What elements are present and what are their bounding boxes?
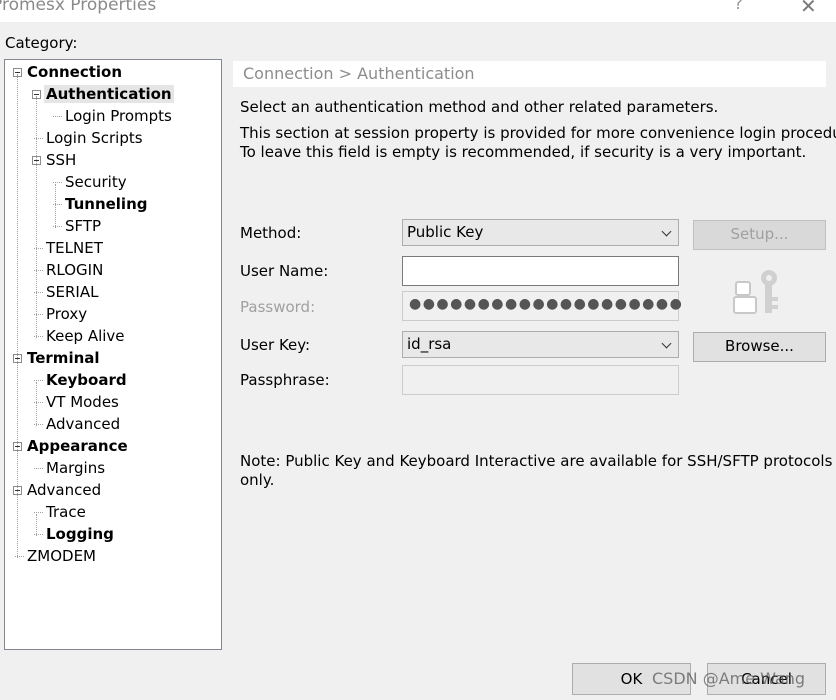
help-button[interactable]: ? xyxy=(734,0,743,14)
browse-button[interactable]: Browse... xyxy=(693,332,826,362)
description-line-2: To leave this field is empty is recommen… xyxy=(240,143,807,161)
tree-item-logging[interactable]: Logging xyxy=(46,524,114,544)
user-key-icon xyxy=(733,270,778,314)
tree-connector xyxy=(34,380,43,381)
username-input[interactable] xyxy=(402,256,679,286)
chevron-down-icon xyxy=(661,226,672,237)
tree-item-label: Connection xyxy=(27,63,123,81)
tree-item-ssh[interactable]: SSH xyxy=(46,150,76,170)
userkey-label: User Key: xyxy=(240,336,311,354)
panel-header: Connection > Authentication xyxy=(233,61,826,87)
watermark: CSDN @Ame Wang xyxy=(652,669,806,688)
breadcrumb: Connection > Authentication xyxy=(243,64,475,83)
tree-item-label: Security xyxy=(65,173,127,191)
tree-item-label: Proxy xyxy=(46,305,88,323)
tree-item-login-scripts[interactable]: Login Scripts xyxy=(46,128,143,148)
tree-item-label: Login Scripts xyxy=(46,129,143,147)
tree-connector xyxy=(34,512,43,513)
close-button[interactable]: ✕ xyxy=(800,0,817,18)
tree-item-zmodem[interactable]: ZMODEM xyxy=(27,546,96,566)
password-label: Password: xyxy=(240,298,316,316)
tree-item-vt-modes[interactable]: VT Modes xyxy=(46,392,119,412)
tree-connector xyxy=(53,182,62,183)
passphrase-input[interactable] xyxy=(402,365,679,395)
tree-item-authentication[interactable]: Authentication xyxy=(44,84,174,104)
tree-item-label: SFTP xyxy=(65,217,102,235)
tree-item-label: Trace xyxy=(46,503,86,521)
tree-item-security[interactable]: Security xyxy=(65,172,127,192)
tree-item-label: ZMODEM xyxy=(27,547,96,565)
category-tree[interactable]: Connection Authentication Login Prompts Log… xyxy=(4,59,222,650)
passphrase-label: Passphrase: xyxy=(240,371,330,389)
tree-item-label: SSH xyxy=(46,151,77,169)
tree-item-tunneling[interactable]: Tunneling xyxy=(65,194,148,214)
tree-item-trace[interactable]: Trace xyxy=(46,502,86,522)
tree-item-keep-alive[interactable]: Keep Alive xyxy=(46,326,125,346)
category-label: Category: xyxy=(5,34,78,52)
tree-item-rlogin[interactable]: RLOGIN xyxy=(46,260,103,280)
tree-guide-line xyxy=(36,382,37,426)
userkey-value: id_rsa xyxy=(407,335,452,353)
tree-item-telnet[interactable]: TELNET xyxy=(46,238,103,258)
tree-item-label: Terminal xyxy=(27,349,100,367)
tree-connector xyxy=(34,468,43,469)
username-label: User Name: xyxy=(240,262,329,280)
tree-item-serial[interactable]: SERIAL xyxy=(46,282,98,302)
tree-item-label: Keyboard xyxy=(46,371,127,389)
tree-item-label: Margins xyxy=(46,459,106,477)
tree-item-proxy[interactable]: Proxy xyxy=(46,304,87,324)
tree-item-advanced[interactable]: Advanced xyxy=(27,480,101,500)
tree-connector xyxy=(53,116,62,117)
tree-item-label: Logging xyxy=(46,525,114,543)
tree-item-label: Login Prompts xyxy=(65,107,172,125)
tree-guide-line xyxy=(36,514,37,536)
tree-item-connection[interactable]: Connection xyxy=(27,62,122,82)
tree-item-appearance[interactable]: Appearance xyxy=(27,436,128,456)
tree-item-terminal[interactable]: Terminal xyxy=(27,348,100,368)
note-line-2: only. xyxy=(240,471,275,489)
note-line-1: Note: Public Key and Keyboard Interactiv… xyxy=(240,452,833,470)
tree-guide-line xyxy=(55,184,56,228)
method-value: Public Key xyxy=(407,223,484,241)
tree-item-label: VT Modes xyxy=(46,393,119,411)
tree-item-label: TELNET xyxy=(46,239,103,257)
tree-guide-line xyxy=(36,96,37,338)
tree-item-label: RLOGIN xyxy=(46,261,104,279)
tree-item-label: SERIAL xyxy=(46,283,99,301)
tree-guide-line xyxy=(17,74,18,558)
tree-item-label: Authentication xyxy=(44,85,174,103)
intro-text: Select an authentication method and othe… xyxy=(240,98,719,116)
tree-item-label: Advanced xyxy=(46,415,121,433)
description-line-1: This section at session property is prov… xyxy=(240,124,836,142)
tree-item-label: Keep Alive xyxy=(46,327,125,345)
password-mask: ●●●●●●●●●●●●●●●●●●●● xyxy=(409,296,684,312)
tree-item-keyboard[interactable]: Keyboard xyxy=(46,370,127,390)
tree-item-margins[interactable]: Margins xyxy=(46,458,105,478)
tree-item-login-prompts[interactable]: Login Prompts xyxy=(65,106,172,126)
password-input[interactable]: ●●●●●●●●●●●●●●●●●●●● xyxy=(402,291,682,321)
title-bar: Promesx Properties ? ✕ xyxy=(0,0,836,22)
method-label: Method: xyxy=(240,224,302,242)
chevron-down-icon xyxy=(661,338,672,349)
userkey-select[interactable]: id_rsa xyxy=(402,331,679,358)
tree-item-advanced[interactable]: Advanced xyxy=(46,414,120,434)
tree-item-label: Tunneling xyxy=(65,195,148,213)
method-select[interactable]: Public Key xyxy=(402,219,679,246)
window-title: Promesx Properties xyxy=(0,0,157,15)
setup-button[interactable]: Setup... xyxy=(693,220,826,250)
tree-item-label: Advanced xyxy=(27,481,102,499)
tree-item-sftp[interactable]: SFTP xyxy=(65,216,101,236)
tree-item-label: Appearance xyxy=(27,437,128,455)
